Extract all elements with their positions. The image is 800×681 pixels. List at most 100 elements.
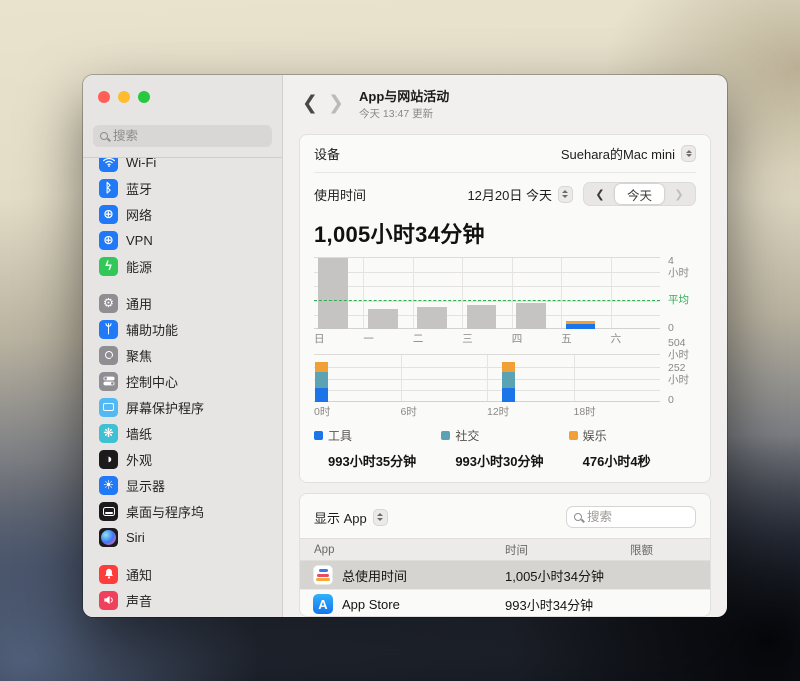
sidebar-item-声音[interactable]: 声音	[93, 587, 272, 613]
weekly-bar[interactable]	[516, 303, 546, 329]
category-total-time: 476小时4秒	[582, 454, 651, 469]
bar-segment-工具	[315, 388, 328, 402]
next-day-button[interactable]: ❯	[664, 184, 694, 204]
y-axis-label: 504 小时	[668, 336, 689, 361]
legend-label: 工具	[328, 429, 353, 443]
x-axis-label: 五	[561, 333, 572, 345]
legend-swatch	[441, 431, 451, 440]
sidebar-item-显示器[interactable]: ☀ 显示器	[93, 472, 272, 498]
today-button[interactable]: 今天	[614, 184, 664, 204]
sound-icon	[99, 590, 118, 610]
apps-table-header: App 时间 限额	[300, 538, 710, 561]
y-axis-label: 252 小时	[668, 362, 689, 387]
hourly-stacked-bar[interactable]	[315, 362, 328, 402]
sidebar-scroll-area[interactable]: Wi-Fi ᛒ 蓝牙 ⊕ 网络 ⊕ VPN ϟ 能源 ⚙ 通用 ᛘ 辅助功能 聚焦 控制中心 屏幕保护程序 ❋ 墙…	[83, 157, 282, 617]
legend-item-工具: 工具 993小时35分钟	[314, 427, 441, 470]
weekly-bar-slot-日	[314, 258, 363, 329]
weekly-bar[interactable]	[318, 258, 349, 329]
hourly-chart-plot[interactable]	[314, 354, 660, 402]
date-selector[interactable]: 12月20日 今天	[467, 185, 573, 204]
sidebar-item-通知[interactable]: 通知	[93, 561, 272, 587]
hourly-usage-chart: 0时 6时 12时 18时 504 小时 252 小时 0	[300, 337, 710, 418]
sidebar-item-label: 桌面与程序坞	[126, 504, 205, 520]
gridline	[487, 355, 488, 402]
x-axis-label: 三	[462, 333, 473, 345]
close-window-button[interactable]	[98, 91, 110, 103]
hourly-stacked-bar[interactable]	[502, 362, 516, 402]
siri-icon	[99, 527, 118, 547]
sidebar-item-通用[interactable]: ⚙ 通用	[93, 290, 272, 316]
device-selector[interactable]: Suehara的Mac mini	[561, 144, 696, 163]
sidebar-item-蓝牙[interactable]: ᛒ 蓝牙	[93, 175, 272, 201]
app-name-cell: A App Store	[300, 594, 505, 614]
weekly-bar[interactable]	[417, 307, 447, 329]
weekly-bar-slot-一	[363, 258, 412, 329]
weekly-chart-plot[interactable]	[314, 257, 660, 329]
spotlight-icon	[99, 345, 118, 365]
bar-segment-社交	[315, 372, 328, 388]
app-time: 993小时34分钟	[505, 597, 594, 613]
page-subtitle: 今天 13:47 更新	[359, 108, 434, 120]
sidebar-item-辅助功能[interactable]: ᛘ 辅助功能	[93, 316, 272, 342]
weekly-bar-slot-六	[611, 258, 660, 329]
control-center-icon	[99, 371, 118, 391]
sidebar-item-控制中心[interactable]: 控制中心	[93, 368, 272, 394]
column-header-time[interactable]: 时间	[505, 542, 630, 558]
wifi-icon	[99, 158, 118, 172]
show-app-dropdown[interactable]: 显示 App	[314, 508, 388, 527]
search-icon	[574, 513, 582, 521]
sidebar-item-网络[interactable]: ⊕ 网络	[93, 201, 272, 227]
sidebar-item-外观[interactable]: ◑ 外观	[93, 446, 272, 472]
back-button[interactable]: ❮	[299, 93, 321, 115]
column-header-app[interactable]: App	[300, 544, 505, 556]
sidebar-item-聚焦[interactable]: 聚焦	[93, 342, 272, 368]
sidebar-item-桌面与程序坞[interactable]: 桌面与程序坞	[93, 498, 272, 524]
sidebar-item-能源[interactable]: ϟ 能源	[93, 253, 272, 279]
usage-card: 设备 Suehara的Mac mini 使用时间 12月20日 今天 ❮ 今天	[299, 134, 711, 483]
apps-search-field[interactable]	[566, 506, 696, 528]
app-row-总使用时间[interactable]: 总使用时间 1,005小时34分钟	[300, 561, 710, 590]
legend-swatch	[568, 431, 578, 440]
sidebar-item-屏幕保护程序[interactable]: 屏幕保护程序	[93, 394, 272, 420]
sidebar-item-label: Siri	[126, 529, 145, 545]
weekly-bar[interactable]	[466, 305, 497, 329]
category-legend: 工具 993小时35分钟 社交 993小时30分钟 娱乐 476小时4秒	[300, 417, 710, 472]
zoom-window-button[interactable]	[138, 91, 150, 103]
weekly-bar[interactable]	[565, 321, 596, 329]
bar-segment-工具	[502, 388, 516, 402]
bar-segment-合计	[516, 303, 546, 329]
apps-table-body: 总使用时间1,005小时34分钟AApp Store993小时34分钟Teleg…	[300, 561, 710, 616]
sidebar-search-input[interactable]	[113, 129, 265, 143]
sidebar-item-墙纸[interactable]: ❋ 墙纸	[93, 420, 272, 446]
weekly-bar[interactable]	[367, 309, 398, 329]
wallpaper-icon: ❋	[99, 423, 118, 443]
bar-segment-合计	[417, 307, 447, 329]
app-row-App Store[interactable]: A App Store 993小时34分钟	[300, 590, 710, 616]
column-header-limit[interactable]: 限额	[630, 542, 710, 558]
date-segmented-control: ❮ 今天 ❯	[582, 182, 696, 206]
previous-day-button[interactable]: ❮	[585, 184, 615, 204]
screen-time-stack-icon	[313, 565, 333, 585]
app-store-icon: A	[313, 594, 333, 614]
sidebar-search-field[interactable]	[93, 125, 272, 147]
sidebar-item-Siri[interactable]: Siri	[93, 524, 272, 550]
average-label: 平均	[668, 294, 689, 307]
x-axis-label: 六	[610, 333, 622, 345]
sidebar-item-VPN[interactable]: ⊕ VPN	[93, 227, 272, 253]
chevron-up-down-icon	[681, 145, 696, 162]
forward-button[interactable]: ❯	[325, 93, 347, 115]
page-titles: App与网站活动 今天 13:47 更新	[359, 86, 449, 121]
date-selector-value: 12月20日 今天	[467, 187, 552, 203]
apps-search-input[interactable]	[587, 510, 688, 524]
legend-item-社交: 社交 993小时30分钟	[441, 427, 568, 470]
usage-time-label: 使用时间	[314, 187, 367, 203]
sidebar-item-Wi-Fi[interactable]: Wi-Fi	[93, 158, 272, 175]
legend-swatch	[314, 431, 323, 440]
bar-segment-合计	[367, 309, 398, 329]
minimize-window-button[interactable]	[118, 91, 130, 103]
weekly-usage-chart: 日 一 二 三 四 五 六 4 小时 0 平均	[300, 255, 710, 345]
x-axis-label: 0时	[314, 406, 331, 418]
weekly-bar-slot-三	[462, 258, 511, 329]
bluetooth-icon: ᛒ	[99, 178, 118, 198]
